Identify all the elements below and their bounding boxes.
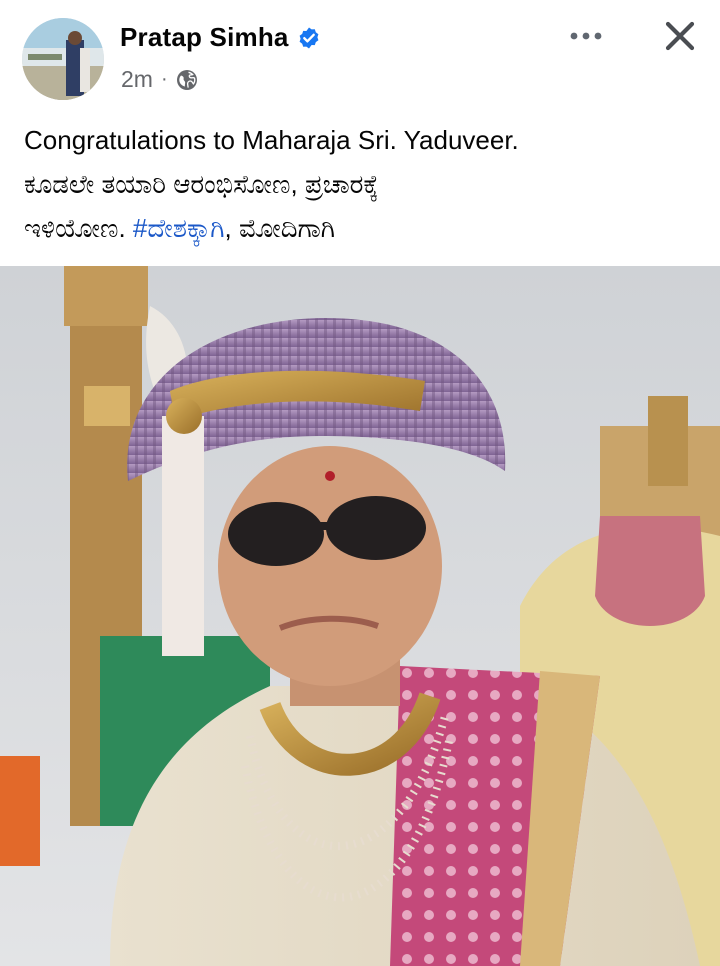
- post-meta: 2m ·: [121, 66, 198, 93]
- hashtag-link[interactable]: #ದೇಶಕ್ಕಾಗಿ: [133, 213, 225, 243]
- post-header: Pratap Simha 2m ·: [0, 0, 720, 110]
- author-name[interactable]: Pratap Simha: [120, 22, 289, 53]
- post-photo[interactable]: [0, 266, 720, 966]
- close-icon: [665, 21, 695, 51]
- caption-line: ಕೂಡಲೇ ತಯಾರಿ ಆರಂಭಿಸೋಣ, ಪ್ರಚಾರಕ್ಕೆ: [24, 169, 379, 199]
- avatar[interactable]: [22, 18, 104, 100]
- caption-line: Congratulations to Maharaja Sri. Yaduvee…: [24, 125, 519, 155]
- author-row: Pratap Simha: [120, 22, 321, 53]
- post-caption: Congratulations to Maharaja Sri. Yaduvee…: [24, 118, 704, 250]
- close-button[interactable]: [656, 12, 704, 60]
- globe-icon[interactable]: [176, 69, 198, 91]
- caption-text: ಇಳಿಯೋಣ.: [24, 213, 133, 243]
- caption-text: , ಮೋದಿಗಾಗಿ: [224, 213, 336, 243]
- meta-separator: ·: [160, 68, 168, 90]
- verified-badge-icon: [297, 26, 321, 50]
- post-time[interactable]: 2m: [121, 66, 153, 93]
- more-options-button[interactable]: [564, 18, 608, 54]
- more-options-icon: [570, 32, 602, 40]
- caption-line: ಇಳಿಯೋಣ. #ದೇಶಕ್ಕಾಗಿ, ಮೋದಿಗಾಗಿ: [24, 206, 704, 250]
- post-card: Pratap Simha 2m · Congratulations to Mah…: [0, 0, 720, 966]
